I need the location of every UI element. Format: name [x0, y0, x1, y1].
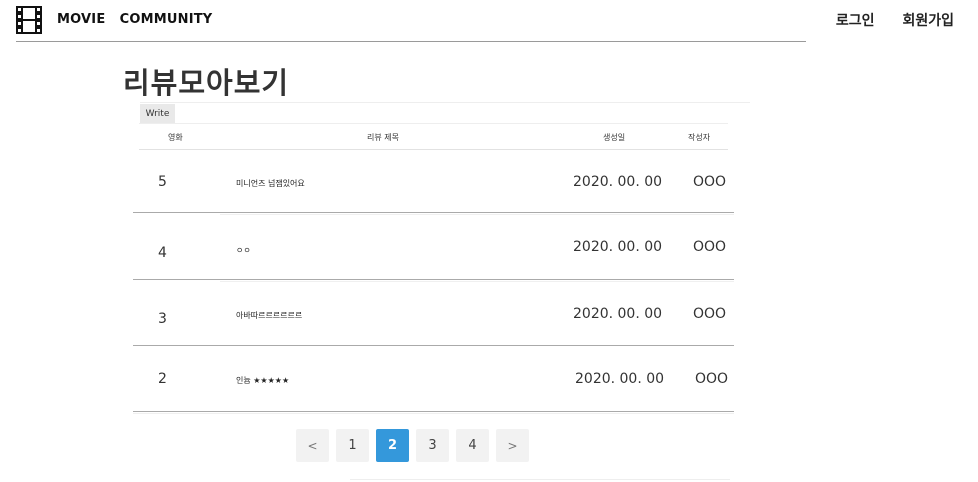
page-button-3[interactable]: 3 — [416, 429, 449, 462]
table-row[interactable]: 3 아바따르르르르르르 2020. 00. 00 OOO — [133, 281, 734, 347]
signup-link[interactable]: 회원가입 — [902, 10, 954, 30]
review-title-link[interactable]: ㅇㅇ — [236, 245, 251, 256]
row-divider — [133, 411, 734, 412]
author-name: OOO — [693, 239, 727, 255]
table-row[interactable]: 4 ㅇㅇ 2020. 00. 00 OOO — [133, 214, 734, 280]
created-date: 2020. 00. 00 — [575, 371, 665, 387]
column-header-date: 생성일 — [603, 133, 626, 142]
row-divider — [133, 413, 734, 414]
author-name: OOO — [693, 174, 727, 190]
auth-nav: 로그인 회원가입 — [836, 10, 954, 30]
table-row[interactable]: 5 미니언즈 넘잼있어요 2020. 00. 00 OOO — [133, 150, 734, 216]
row-number: 2 — [158, 371, 167, 387]
brand-name[interactable]: MOVIE COMMUNITY — [57, 12, 212, 27]
row-divider — [133, 212, 734, 213]
created-date: 2020. 00. 00 — [573, 306, 663, 322]
column-header-movie: 영화 — [168, 133, 183, 142]
author-name: OOO — [695, 371, 729, 387]
created-date: 2020. 00. 00 — [573, 174, 663, 190]
page-title: 리뷰모아보기 — [123, 66, 290, 100]
divider — [139, 123, 728, 124]
review-title-link[interactable]: 인늄 ★★★★★ — [236, 375, 289, 386]
header-divider — [16, 41, 806, 42]
page-button-4[interactable]: 4 — [456, 429, 489, 462]
table-row[interactable]: 2 인늄 ★★★★★ 2020. 00. 00 OOO — [133, 346, 734, 412]
row-number: 5 — [158, 174, 167, 190]
divider — [350, 479, 730, 480]
film-icon[interactable] — [16, 6, 42, 34]
page-button-2[interactable]: 2 — [376, 429, 409, 462]
created-date: 2020. 00. 00 — [573, 239, 663, 255]
write-button[interactable]: Write — [140, 104, 175, 123]
prev-page-button[interactable]: < — [296, 429, 329, 462]
divider — [140, 102, 750, 103]
column-header-author: 작성자 — [688, 133, 711, 142]
review-title-link[interactable]: 미니언즈 넘잼있어요 — [236, 178, 305, 189]
next-page-button[interactable]: > — [496, 429, 529, 462]
row-number: 3 — [158, 311, 167, 327]
author-name: OOO — [693, 306, 727, 322]
login-link[interactable]: 로그인 — [836, 10, 875, 30]
page-button-1[interactable]: 1 — [336, 429, 369, 462]
review-title-link[interactable]: 아바따르르르르르르 — [236, 310, 302, 321]
row-divider — [133, 279, 734, 280]
row-number: 4 — [158, 245, 167, 261]
pagination: < 1 2 3 4 > — [296, 429, 529, 462]
table-header: 영화 리뷰 제목 생성일 작성자 — [0, 125, 978, 149]
column-header-title: 리뷰 제목 — [367, 133, 399, 142]
